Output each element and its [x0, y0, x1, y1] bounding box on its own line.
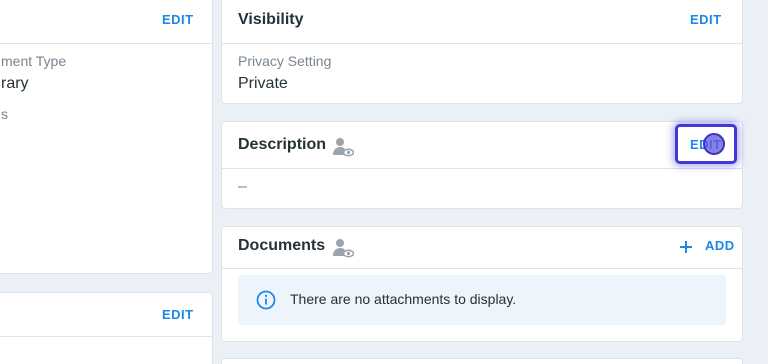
- person-eye-icon: [333, 239, 354, 258]
- no-attachments-message: There are no attachments to display.: [290, 291, 517, 307]
- visibility-edit-button[interactable]: EDIT: [690, 12, 722, 27]
- privacy-setting-label: Privacy Setting: [238, 53, 332, 69]
- left-top-card: EDIT ment Type rary s: [0, 0, 213, 274]
- left-top-edit-button[interactable]: EDIT: [162, 12, 194, 27]
- description-title: Description: [238, 136, 327, 153]
- documents-card: Documents ADD There are no attachments t…: [221, 226, 743, 342]
- visibility-card: Visibility EDIT Privacy Setting Private: [221, 0, 743, 104]
- info-icon: [256, 290, 276, 310]
- document-type-label: ment Type: [1, 53, 67, 69]
- secondary-field-label: s: [1, 106, 8, 122]
- no-attachments-banner: There are no attachments to display.: [238, 275, 726, 325]
- description-value: –: [238, 178, 247, 195]
- left-bottom-card: EDIT: [0, 292, 213, 364]
- documents-title: Documents: [238, 237, 326, 254]
- description-card: Description EDIT –: [221, 121, 743, 209]
- next-card: [221, 358, 743, 364]
- add-document-label: ADD: [705, 238, 735, 253]
- privacy-setting-value: Private: [238, 75, 288, 92]
- document-type-value: rary: [1, 75, 29, 92]
- visibility-title: Visibility: [238, 11, 304, 28]
- plus-icon: [680, 241, 692, 253]
- person-eye-icon: [333, 138, 354, 157]
- cursor-indicator: [703, 133, 725, 155]
- left-bottom-edit-button[interactable]: EDIT: [162, 307, 194, 322]
